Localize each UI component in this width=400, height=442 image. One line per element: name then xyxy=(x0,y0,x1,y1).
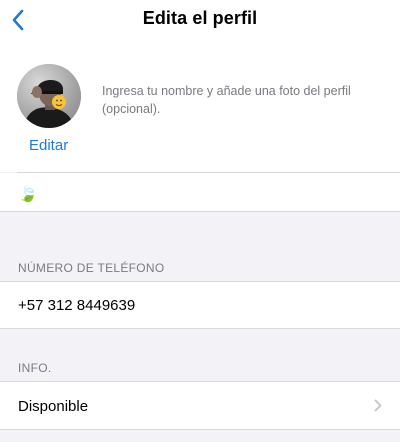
profile-photo xyxy=(17,64,81,128)
leaf-emoji: 🍃 xyxy=(18,186,38,203)
chevron-right-icon xyxy=(374,399,382,412)
divider xyxy=(0,429,400,430)
divider xyxy=(0,328,400,329)
status-value: Disponible xyxy=(18,398,89,415)
status-row[interactable]: Disponible xyxy=(0,382,400,429)
phone-section-header: NÚMERO DE TELÉFONO xyxy=(18,261,165,275)
navigation-bar: Edita el perfil xyxy=(0,0,400,42)
divider xyxy=(0,211,400,212)
edit-photo-link[interactable]: Editar xyxy=(29,137,68,154)
phone-number-row[interactable]: +57 312 8449639 xyxy=(0,282,400,328)
phone-number: +57 312 8449639 xyxy=(18,297,136,314)
name-field[interactable]: 🍃 xyxy=(0,173,400,211)
avatar[interactable] xyxy=(17,64,81,128)
page-title: Edita el perfil xyxy=(142,8,258,28)
info-section-header: INFO. xyxy=(18,361,52,375)
profile-section: Ingresa tu nombre y añade una foto del p… xyxy=(0,42,400,172)
profile-hint-text: Ingresa tu nombre y añade una foto del p… xyxy=(102,84,351,116)
